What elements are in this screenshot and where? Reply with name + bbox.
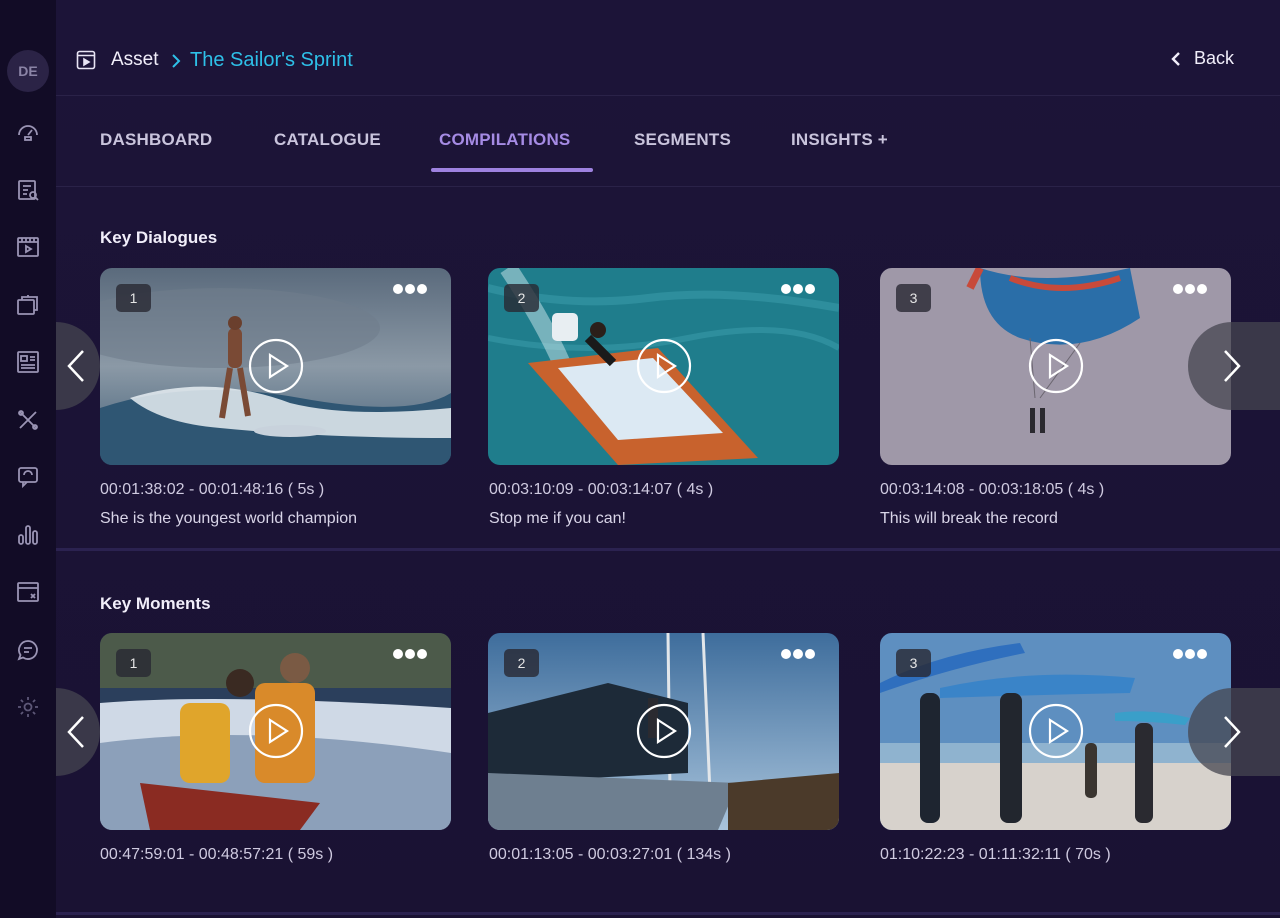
play-icon[interactable] [636,338,692,394]
tab-dashboard[interactable]: DASHBOARD [100,130,212,150]
video-player-icon[interactable] [14,233,42,261]
speech-bubble-icon[interactable] [14,463,42,491]
bar-chart-icon[interactable] [14,521,42,549]
more-options-icon[interactable] [393,648,427,660]
section-title-key-moments: Key Moments [100,594,211,613]
more-options-icon[interactable] [1173,283,1207,295]
clip-timecode: 00:03:14:08 - 00:03:18:05 ( 4s ) [880,481,1105,498]
more-options-icon[interactable] [1173,648,1207,660]
chevron-right-icon [1224,350,1241,382]
clip-number-badge: 3 [896,284,931,312]
active-tab-indicator [431,168,593,172]
clip-number-badge: 2 [504,284,539,312]
play-icon[interactable] [636,703,692,759]
clip-caption: This will break the record [880,510,1058,527]
layout-grid-icon[interactable] [14,348,42,376]
back-label: Back [1194,48,1235,68]
more-options-icon[interactable] [781,283,815,295]
chevron-right-icon [1224,716,1241,748]
more-options-icon[interactable] [393,283,427,295]
clip-number-badge: 1 [116,649,151,677]
clip-card[interactable]: 1 [100,633,451,830]
top-bar: Asset The Sailor's Sprint Back [56,32,1280,96]
tab-bar: DASHBOARD CATALOGUE COMPILATIONS SEGMENT… [56,96,1280,187]
chat-icon[interactable] [14,636,42,664]
breadcrumb-asset[interactable]: Asset [111,49,159,71]
carousel-next-button[interactable] [1188,322,1280,410]
chevron-left-icon [67,716,84,748]
tab-insights[interactable]: INSIGHTS + [791,130,888,150]
sidebar-icons [14,118,42,751]
tools-icon[interactable] [14,406,42,434]
play-icon[interactable] [1028,703,1084,759]
clip-card[interactable]: 1 [100,268,451,465]
sidebar: DE [0,0,56,918]
play-icon[interactable] [248,703,304,759]
clip-timecode: 01:10:22:23 - 01:11:32:11 ( 70s ) [880,846,1111,863]
clip-timecode: 00:03:10:09 - 00:03:14:07 ( 4s ) [489,481,714,498]
clip-card[interactable]: 2 [488,633,839,830]
browser-window-icon[interactable] [14,578,42,606]
breadcrumb-current: The Sailor's Sprint [190,49,353,71]
clip-timecode: 00:47:59:01 - 00:48:57:21 ( 59s ) [100,846,334,863]
carousel-prev-button[interactable] [56,688,100,776]
clip-timecode: 00:01:13:05 - 00:03:27:01 ( 134s ) [489,846,731,863]
tab-compilations[interactable]: COMPILATIONS [439,130,570,150]
carousel-next-button[interactable] [1188,688,1280,776]
play-icon[interactable] [1028,338,1084,394]
section-divider [56,912,1280,915]
chevron-left-icon [1171,51,1180,66]
dashboard-gauge-icon[interactable] [14,118,42,146]
asset-video-icon [76,50,96,70]
main-content: Asset The Sailor's Sprint Back DASHBOARD… [56,0,1280,918]
chevron-left-icon [67,350,84,382]
clip-caption: Stop me if you can! [489,510,626,527]
clip-timecode: 00:01:38:02 - 00:01:48:16 ( 5s ) [100,481,325,498]
clip-number-badge: 2 [504,649,539,677]
tab-segments[interactable]: SEGMENTS [634,130,731,150]
back-button[interactable]: Back [1170,48,1234,69]
catalogue-search-icon[interactable] [14,176,42,204]
clip-card[interactable]: 3 [880,633,1231,830]
clip-caption: She is the youngest world champion [100,510,358,527]
section-divider [56,548,1280,551]
clip-number-badge: 3 [896,649,931,677]
section-title-key-dialogues: Key Dialogues [100,228,218,247]
carousel-prev-button[interactable] [56,322,100,410]
play-icon[interactable] [248,338,304,394]
folders-icon[interactable] [14,291,42,319]
clip-number-badge: 1 [116,284,151,312]
avatar[interactable]: DE [7,50,49,92]
clip-card[interactable]: 2 [488,268,839,465]
clip-card[interactable]: 3 [880,268,1231,465]
settings-gear-icon[interactable] [14,693,42,721]
more-options-icon[interactable] [781,648,815,660]
tab-catalogue[interactable]: CATALOGUE [274,130,381,150]
chevron-right-icon [172,54,181,68]
